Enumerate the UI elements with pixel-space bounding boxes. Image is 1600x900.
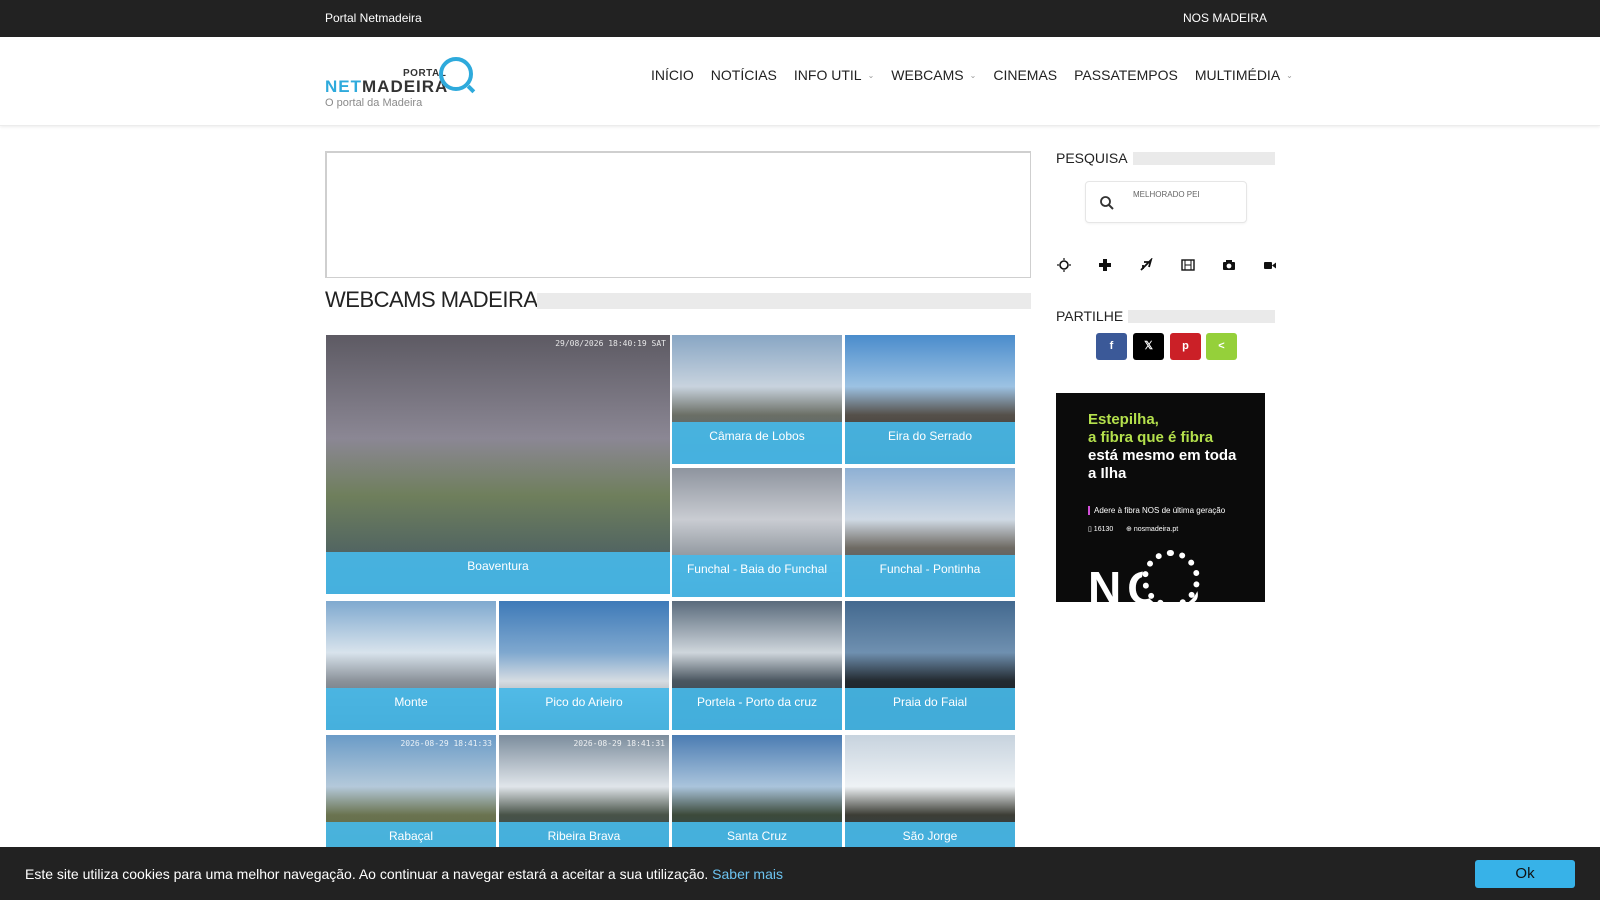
promo-phone: ▯ 16130 (1088, 526, 1114, 533)
film-icon[interactable] (1181, 258, 1195, 272)
nav-item-label: PASSATEMPOS (1074, 67, 1178, 83)
section-header: WEBCAMS MADEIRA (325, 287, 1031, 312)
nav-item-label: INÍCIO (651, 67, 694, 83)
pinterest-share-button[interactable]: p (1170, 333, 1201, 360)
promo-cta: Adere à fibra NOS de última geração (1088, 506, 1225, 515)
nav-item-0[interactable]: INÍCIO (651, 67, 694, 83)
webcam-card[interactable]: Pico do Arieiro (499, 601, 669, 730)
x-share-button[interactable]: 𝕏 (1133, 333, 1164, 360)
webcam-card[interactable]: Eira do Serrado (845, 335, 1015, 464)
webcam-label: Monte (326, 688, 496, 730)
search-heading: PESQUISA (1056, 150, 1275, 166)
nav-item-5[interactable]: PASSATEMPOS (1074, 67, 1178, 83)
nav-item-label: NOTÍCIAS (710, 67, 777, 83)
saber-mais-link[interactable]: Saber mais (712, 866, 783, 882)
webcam-timestamp: 2026-08-29 18:41:33 (400, 739, 492, 748)
magnifier-logo-icon (439, 57, 473, 91)
webcam-label: Pico do Arieiro (499, 688, 669, 730)
webcam-card[interactable]: Portela - Porto da cruz (672, 601, 842, 730)
search-icon[interactable] (1098, 194, 1116, 212)
search-title-bar (1133, 152, 1275, 165)
sun-icon[interactable] (1057, 258, 1071, 272)
webcam-grid: 29/08/2026 18:40:19 SAT Boaventura Câmara … (326, 335, 1030, 864)
webcam-timestamp: 29/08/2026 18:40:19 SAT (555, 339, 666, 348)
facebook-share-button[interactable]: f (1096, 333, 1127, 360)
search-box[interactable]: MELHORADO PELO GOOGLE (1085, 181, 1247, 223)
nav-item-2[interactable]: INFO UTIL ⌄ (794, 67, 874, 83)
nav-item-label: MULTIMÉDIA (1194, 67, 1281, 83)
nos-madeira-link[interactable]: NOS MADEIRA (1183, 11, 1267, 25)
webcam-label: Praia do Faial (845, 688, 1015, 730)
chevron-down-icon: ⌄ (969, 70, 977, 80)
page-title: WEBCAMS MADEIRA (325, 287, 538, 312)
webcam-card[interactable]: Praia do Faial (845, 601, 1015, 730)
quick-icons-row (1057, 256, 1277, 272)
chevron-down-icon: ⌄ (1286, 70, 1293, 80)
cross-icon[interactable] (1098, 258, 1112, 272)
promo-headline: Estepilha, a fibra que é fibra (1088, 411, 1214, 446)
chevron-down-icon: ⌄ (867, 70, 875, 80)
cookie-message: Este site utiliza cookies para uma melho… (25, 866, 783, 882)
webcam-label: Funchal - Baia do Funchal (672, 555, 842, 597)
portal-link[interactable]: Portal Netmadeira (325, 11, 422, 25)
top-bar: Portal Netmadeira NOS MADEIRA (0, 0, 1600, 37)
webcam-card[interactable]: Funchal - Pontinha (845, 468, 1015, 597)
webcam-label: Câmara de Lobos (672, 422, 842, 464)
camera-icon[interactable] (1222, 258, 1236, 272)
logo-tagline: O portal da Madeira (325, 97, 423, 109)
webcam-card[interactable]: Câmara de Lobos (672, 335, 842, 464)
webcam-card[interactable]: São Jorge (845, 735, 1015, 864)
sharethis-share-button[interactable]: < (1206, 333, 1237, 360)
logo-wordmark: NETMADEIRA (325, 77, 449, 96)
webcam-card[interactable]: Monte (326, 601, 496, 730)
main-nav: INÍCIO NOTÍCIAS INFO UTIL ⌄ WEBCAMS ⌄ CINEMAS P… (651, 67, 1310, 83)
video-icon[interactable] (1263, 258, 1277, 272)
nav-item-1[interactable]: NOTÍCIAS (711, 67, 777, 83)
webcam-card[interactable]: 2026-08-29 18:41:33 Rabaçal (326, 735, 496, 864)
plane-icon[interactable] (1139, 256, 1153, 272)
webcam-card[interactable]: 29/08/2026 18:40:19 SAT Boaventura (326, 335, 670, 594)
webcam-label: Eira do Serrado (845, 422, 1015, 464)
nav-item-3[interactable]: WEBCAMS ⌄ (891, 67, 976, 83)
promo-subheadline: está mesmo em toda a Ilha (1088, 447, 1237, 482)
share-title: PARTILHE (1056, 308, 1124, 324)
nos-sun-logo-icon (1142, 550, 1200, 602)
webcam-label: Funchal - Pontinha (845, 555, 1015, 597)
cookie-ok-button[interactable]: Ok (1475, 860, 1575, 888)
cookie-bar: Este site utiliza cookies para uma melho… (0, 847, 1600, 900)
webcam-timestamp: 2026-08-29 18:41:31 (573, 739, 665, 748)
pinterest-icon: p (1182, 340, 1189, 352)
webcam-label: Boaventura (326, 552, 670, 594)
nav-item-label: CINEMAS (993, 67, 1058, 83)
search-title: PESQUISA (1056, 150, 1128, 166)
webcam-card[interactable]: Santa Cruz (672, 735, 842, 864)
nav-item-6[interactable]: MULTIMÉDIA ⌄ (1195, 67, 1293, 83)
webcam-card[interactable]: Funchal - Baia do Funchal (672, 468, 842, 597)
site-header: PORTAL NETMADEIRA O portal da Madeira IN… (0, 37, 1600, 126)
sharethis-icon: < (1218, 340, 1225, 352)
nav-item-4[interactable]: CINEMAS (993, 67, 1057, 83)
nav-item-label: INFO UTIL (793, 67, 862, 83)
site-logo[interactable]: PORTAL NETMADEIRA O portal da Madeira (325, 57, 485, 112)
search-input[interactable]: MELHORADO PELO GOOGLE (1133, 190, 1199, 199)
title-divider-bar (537, 293, 1031, 309)
share-title-bar (1128, 310, 1275, 323)
facebook-icon: f (1109, 340, 1114, 352)
promo-site: ⊕ nosmadeira.pt (1126, 526, 1179, 533)
x-icon: 𝕏 (1144, 340, 1153, 352)
nos-promo-banner[interactable]: Estepilha, a fibra que é fibra está mesmo… (1056, 393, 1265, 602)
share-heading: PARTILHE (1056, 308, 1275, 324)
webcam-label: Portela - Porto da cruz (672, 688, 842, 730)
nav-item-label: WEBCAMS (891, 67, 964, 83)
ad-placeholder (325, 151, 1031, 278)
webcam-card[interactable]: 2026-08-29 18:41:31 Ribeira Brava (499, 735, 669, 864)
